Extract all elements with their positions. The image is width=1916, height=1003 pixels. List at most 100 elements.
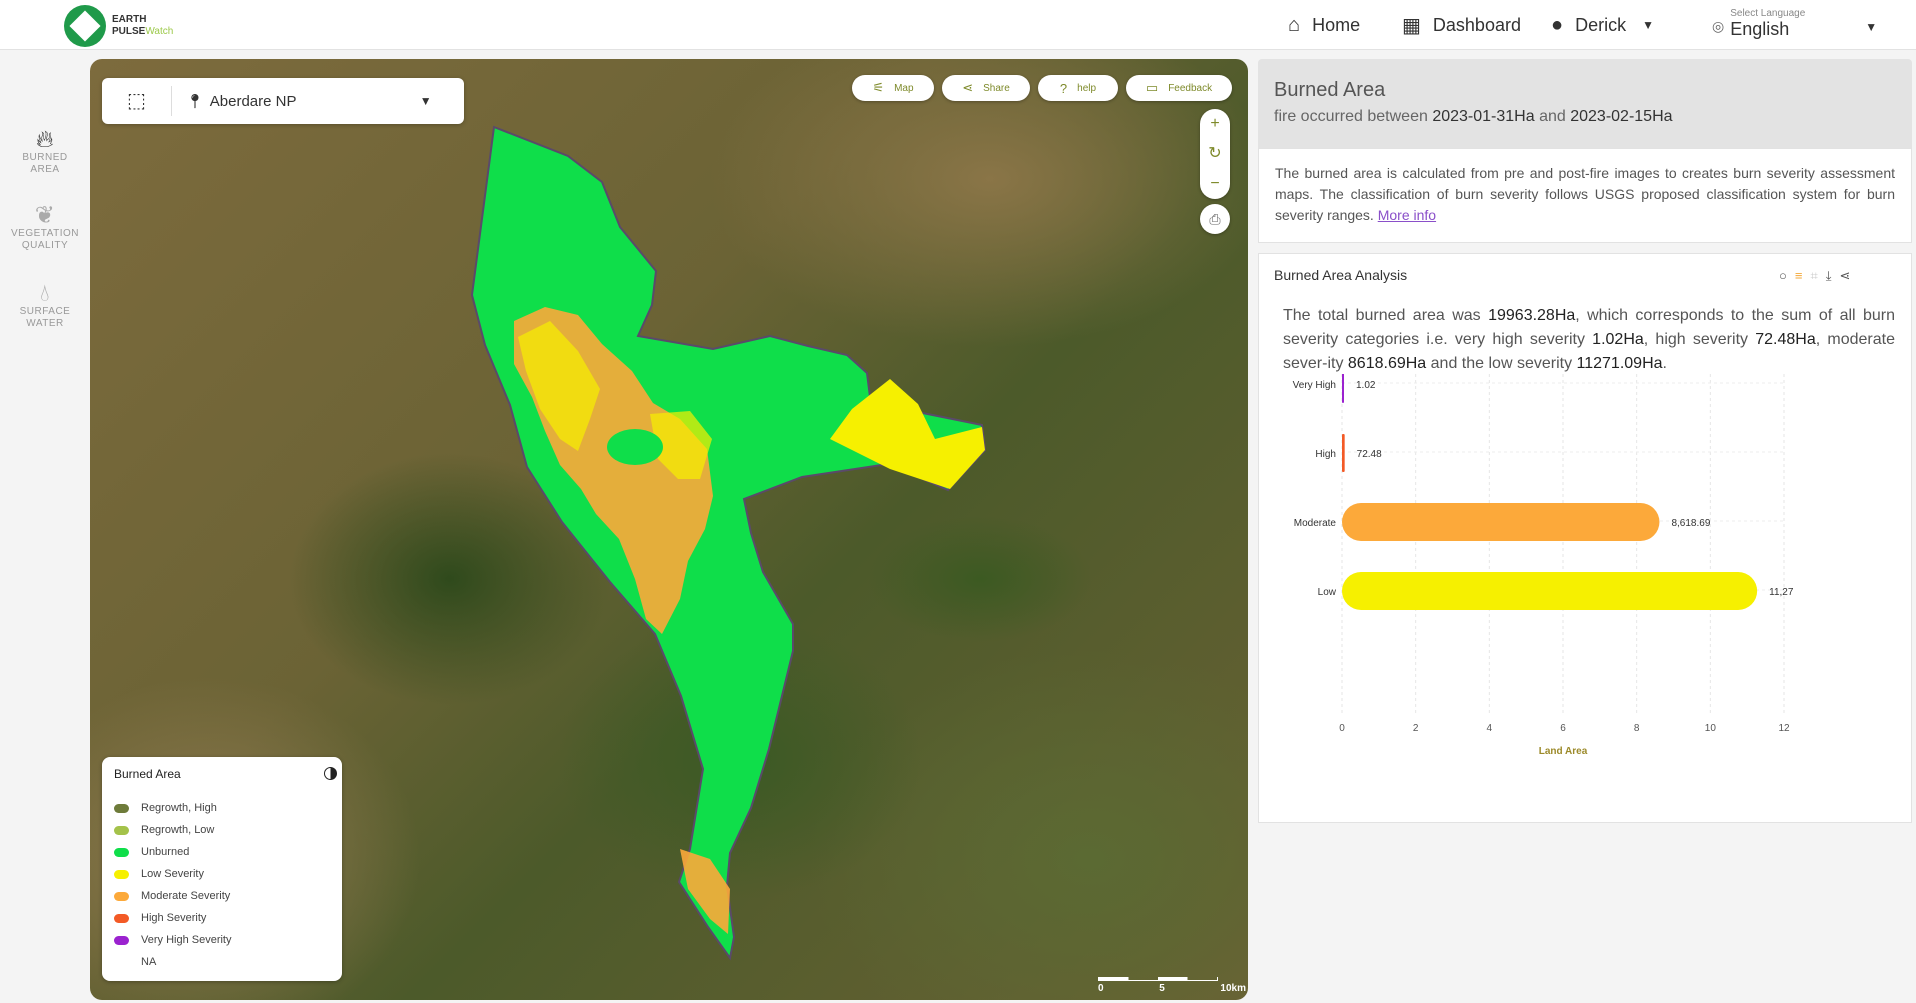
help-button[interactable]: ? help — [1038, 75, 1118, 101]
bar-chart-icon[interactable]: ≡ — [1795, 268, 1803, 284]
bar — [1342, 434, 1345, 472]
rail-item-vegetation-quality[interactable]: ❦ VEGETATION QUALITY — [0, 202, 90, 252]
analysis-summary: The total burned area was 19963.28Ha, wh… — [1283, 304, 1895, 376]
panel-header: Burned Area fire occurred between 2023-0… — [1258, 59, 1912, 148]
rail-label: VEGETATION — [11, 228, 79, 239]
scale-bar: 0 5 10km — [1098, 977, 1246, 994]
summary-high: 72.48Ha — [1755, 331, 1816, 348]
reset-view-button[interactable]: ↻ — [1200, 139, 1230, 169]
legend-item: Regrowth, High — [114, 797, 231, 819]
legend-swatch — [114, 891, 129, 901]
summary-text: , high severity — [1643, 331, 1749, 348]
bar — [1342, 503, 1660, 541]
summary-low: 11271.09Ha — [1576, 355, 1663, 372]
logo-text: EARTH PULSEWatch — [112, 14, 173, 38]
bar — [1342, 374, 1344, 403]
value-label: 8,618.69 — [1671, 518, 1710, 529]
map-button-label: Map — [894, 82, 914, 94]
language-select[interactable]: ◎ Select Language English ▼ — [1712, 8, 1877, 40]
user-menu[interactable]: ● Derick ▼ — [1551, 0, 1654, 50]
legend-label: NA — [141, 956, 157, 968]
user-name: Derick — [1575, 14, 1627, 35]
legend-label: Regrowth, Low — [141, 824, 215, 836]
rail-label: BURNED — [22, 152, 68, 163]
app-logo[interactable]: EARTH PULSEWatch — [64, 5, 173, 47]
dashboard-icon: ▦ — [1402, 14, 1421, 37]
chevron-down-icon[interactable]: ▼ — [420, 94, 432, 108]
place-select[interactable]: Aberdare NP — [210, 93, 420, 110]
user-icon: ● — [1551, 13, 1564, 36]
draw-selection-icon[interactable]: ⬚ — [102, 86, 172, 116]
share-icon[interactable]: ⋖ — [1840, 268, 1851, 284]
legend-item: Moderate Severity — [114, 885, 231, 907]
chevron-down-icon: ▼ — [1642, 18, 1654, 32]
reset-icon[interactable]: ○ — [1779, 268, 1787, 284]
top-bar: EARTH PULSEWatch ⌂ Home ▦ Dashboard ● De… — [0, 0, 1916, 50]
x-tick-label: 6 — [1560, 723, 1566, 734]
x-tick-label: 8 — [1634, 723, 1640, 734]
category-label: Low — [1318, 587, 1337, 598]
rail-item-surface-water[interactable]: 💧︎ SURFACE WATER — [0, 280, 90, 330]
panel-title: Burned Area — [1274, 79, 1386, 101]
rail-item-burned-area[interactable]: 🔥︎ BURNED AREA — [0, 128, 90, 176]
rail-label: AREA — [30, 164, 60, 175]
summary-text: The total burned area was — [1283, 307, 1481, 324]
category-label: Very High — [1293, 380, 1336, 391]
legend-title: Burned Area — [114, 767, 181, 781]
language-value: English — [1730, 19, 1790, 39]
x-tick-label: 4 — [1487, 723, 1493, 734]
download-icon[interactable]: ⤓ — [1826, 268, 1832, 284]
zoom-out-button[interactable]: − — [1200, 169, 1230, 199]
globe-icon: ◎ — [1712, 18, 1725, 34]
logo-line2b: Watch — [145, 26, 174, 37]
value-label: 1.02 — [1356, 380, 1376, 391]
scale-label: 5 — [1159, 983, 1165, 994]
legend-list: Regrowth, High Regrowth, Low Unburned Low S… — [114, 797, 231, 973]
zoom-control: + ↻ − — [1200, 109, 1230, 199]
scale-label: 10km — [1220, 983, 1246, 994]
legend-swatch — [114, 935, 129, 945]
location-pin-icon: 📍︎ — [186, 92, 204, 109]
print-icon[interactable]: ⎙ — [1200, 204, 1230, 234]
legend-item: High Severity — [114, 907, 231, 929]
legend-swatch — [114, 847, 129, 857]
value-label: 72.48 — [1357, 449, 1382, 460]
chart-toolbar: ○ ≡ ⌗ ⤓ ⋖ — [1779, 268, 1850, 284]
logo-icon — [64, 5, 106, 47]
nav-home[interactable]: ⌂ Home — [1288, 0, 1360, 50]
analysis-title: Burned Area Analysis — [1274, 267, 1408, 283]
panel-description: The burned area is calculated from pre a… — [1258, 148, 1912, 243]
date-to: 2023-02-15Ha — [1570, 108, 1673, 125]
more-info-link[interactable]: More info — [1378, 207, 1436, 223]
feedback-icon: ▭ — [1145, 80, 1159, 95]
bar — [1342, 572, 1758, 610]
legend-label: Regrowth, High — [141, 802, 217, 814]
map-view[interactable]: ⬚ 📍︎ Aberdare NP ▼ ⚟ Map ⋖ Share ? help ▭ Fe… — [90, 59, 1248, 1000]
legend-swatch — [114, 869, 129, 879]
x-tick-label: 10 — [1705, 723, 1717, 734]
share-button[interactable]: ⋖ Share — [942, 75, 1030, 101]
contrast-toggle-icon[interactable] — [324, 767, 337, 780]
date-from: 2023-01-31Ha — [1432, 108, 1535, 125]
legend-label: Unburned — [141, 846, 190, 858]
layers-icon: ⚟ — [872, 80, 885, 95]
rail-label: WATER — [26, 318, 64, 329]
logo-line1: EARTH — [112, 14, 147, 25]
zoom-in-button[interactable]: + — [1200, 109, 1230, 139]
feedback-button[interactable]: ▭ Feedback — [1126, 75, 1232, 101]
x-tick-label: 2 — [1413, 723, 1419, 734]
language-label: Select Language — [1730, 8, 1806, 19]
unburned-patch — [607, 429, 663, 465]
map-button[interactable]: ⚟ Map — [852, 75, 934, 101]
crop-icon[interactable]: ⌗ — [1810, 268, 1817, 284]
nav-dashboard[interactable]: ▦ Dashboard — [1402, 0, 1521, 50]
nav-home-label: Home — [1312, 14, 1361, 35]
leaf-icon: ❦ — [34, 202, 56, 229]
water-drop-icon: 💧︎ — [39, 280, 51, 307]
value-label: 11,27 — [1769, 587, 1794, 598]
subtitle-prefix: fire occurred between — [1274, 108, 1428, 125]
legend-swatch — [114, 913, 129, 923]
panel-subtitle: fire occurred between 2023-01-31Ha and 2… — [1274, 108, 1896, 126]
help-button-label: help — [1077, 82, 1097, 94]
summary-text: . — [1662, 355, 1667, 372]
